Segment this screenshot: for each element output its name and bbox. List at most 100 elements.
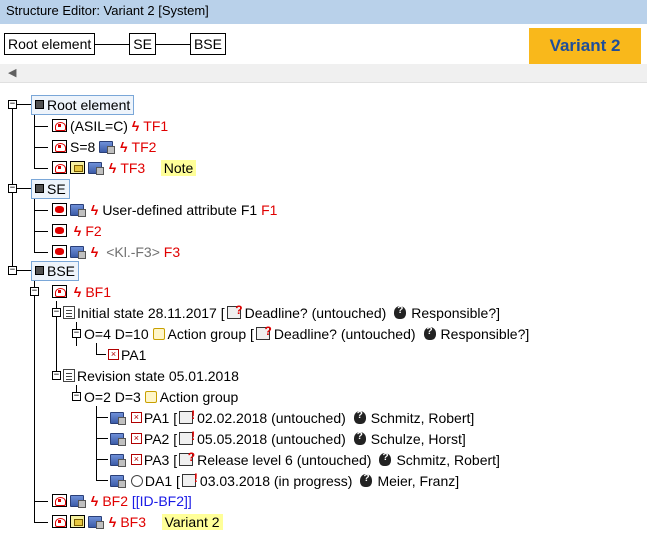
tree-node-initial-state[interactable]: Initial state 28.11.2017 [Deadline? (unt… [63, 302, 500, 323]
action-group-icon [152, 327, 165, 340]
collapse-action-group-1-toggle[interactable]: − [72, 329, 81, 338]
tree-node-f2[interactable]: ϟ F2 [52, 220, 102, 241]
tree-line [17, 270, 31, 271]
element-square-icon [35, 184, 44, 193]
state-icon [63, 306, 75, 319]
tree-node-tf1[interactable]: (ASIL=C) ϟ TF1 [52, 115, 168, 136]
attribute-icon [70, 494, 86, 508]
collapse-root-toggle[interactable]: − [8, 100, 17, 109]
tree-line [34, 147, 48, 148]
tree-line [34, 112, 35, 168]
tree-line [34, 280, 35, 522]
tree-node-se[interactable]: SE [31, 178, 70, 199]
tree-node-pa2[interactable]: ×PA2 [05.05.2018 (untouched) Schulze, Ho… [110, 428, 466, 449]
attribute-icon [110, 474, 126, 488]
attribute-icon [110, 411, 126, 425]
tree-line [34, 196, 35, 252]
tree-node-tf3[interactable]: ϟ TF3 Note [52, 157, 197, 178]
tree-node-pa1[interactable]: ×PA1 [02.02.2018 (untouched) Schmitz, Ro… [110, 407, 474, 428]
variant-badge: Variant 2 [529, 28, 641, 64]
collapse-revision-state-toggle[interactable]: − [52, 371, 61, 380]
responsible-person-icon [353, 431, 366, 445]
id-link[interactable]: [[ID-BF2]] [132, 493, 192, 509]
breadcrumb: Root element SE BSE [4, 32, 226, 56]
function-icon [52, 245, 67, 258]
window-title: Structure Editor: Variant 2 [System] [6, 3, 209, 18]
tree-node-f3[interactable]: ϟ <Kl.-F3> F3 [52, 241, 180, 262]
function-icon [52, 494, 67, 507]
breadcrumb-root-element[interactable]: Root element [4, 33, 96, 55]
breadcrumb-se[interactable]: SE [129, 33, 156, 55]
fault-bolt-icon: ϟ [90, 201, 99, 218]
deadline-icon [179, 429, 195, 445]
tree-line [34, 210, 48, 211]
tree-node-f1[interactable]: ϟ User-defined attribute F1 F1 [52, 199, 277, 220]
attribute-icon [99, 140, 116, 154]
tree-node-bf2[interactable]: ϟ BF2 [[ID-BF2]] [52, 490, 192, 511]
tree-node-pa1-initial[interactable]: × PA1 [108, 344, 146, 365]
breadcrumb-bse[interactable]: BSE [189, 33, 226, 55]
responsible-person-icon [360, 473, 373, 487]
function-icon [52, 140, 67, 153]
responsible-person-icon [353, 410, 366, 424]
tree-line [17, 188, 31, 189]
collapse-bf1-toggle[interactable]: − [30, 287, 39, 296]
scroll-left-icon[interactable]: ◀ [8, 66, 16, 79]
tree-node-action-group-2[interactable]: O=2 D=3 Action group [84, 386, 238, 407]
tree-node-root-element[interactable]: Root element [31, 94, 135, 115]
function-icon [52, 161, 67, 174]
tree-line [34, 501, 48, 502]
tree-node-revision-state[interactable]: Revision state 05.01.2018 [63, 365, 239, 386]
horizontal-scrollbar[interactable]: ◀ [0, 64, 647, 83]
attribute-icon [110, 453, 126, 467]
tree-line [96, 354, 106, 355]
fault-bolt-icon: ϟ [108, 513, 117, 530]
deadline-icon [179, 450, 195, 466]
tree-line [96, 438, 108, 439]
variant-label: Variant 2 [161, 513, 223, 530]
root-element-box: Root element [31, 94, 135, 115]
detection-action-icon [130, 474, 143, 487]
collapse-bse-toggle[interactable]: − [8, 266, 17, 275]
bse-box: BSE [31, 260, 80, 281]
tree-line [96, 480, 108, 481]
tree-node-bse[interactable]: BSE [31, 260, 80, 281]
fault-bolt-icon: ϟ [131, 117, 140, 134]
attribute-icon [110, 432, 126, 446]
tree-line [34, 252, 48, 253]
responsible-person-icon [394, 305, 407, 319]
function-icon [52, 203, 67, 216]
attribute-icon [88, 515, 104, 529]
tree-line [17, 104, 31, 105]
tree-line [34, 168, 48, 169]
tree-line [34, 231, 48, 232]
tree-node-tf2[interactable]: S=8 ϟ TF2 [52, 136, 156, 157]
tree-node-bf3[interactable]: ϟ BF3 Variant 2 [52, 511, 223, 532]
fault-bolt-icon: ϟ [73, 222, 82, 239]
deadline-icon [255, 324, 272, 340]
breadcrumb-connector [155, 43, 190, 45]
tree-node-da1[interactable]: DA1 [03.03.2018 (in progress) Meier, Fra… [110, 470, 459, 491]
collapse-se-toggle[interactable]: − [8, 184, 17, 193]
tree-node-bf1[interactable]: ϟ BF1 [52, 281, 111, 302]
deadline-icon [181, 471, 198, 487]
collapse-action-group-2-toggle[interactable]: − [72, 392, 81, 401]
action-task-icon: × [108, 349, 119, 360]
attribute-icon [88, 161, 104, 175]
function-icon [52, 285, 67, 298]
action-task-icon: × [130, 454, 142, 465]
fault-bolt-icon: ϟ [73, 283, 82, 300]
action-task-icon: × [130, 412, 142, 423]
note-label: Note [160, 159, 197, 176]
action-group-icon [144, 390, 157, 403]
tree-node-pa3[interactable]: ×PA3 [Release level 6 (untouched) Schmit… [110, 449, 500, 470]
tree-node-action-group-1[interactable]: O=4 D=10 Action group [Deadline? (untouc… [84, 323, 529, 344]
breadcrumb-connector [95, 43, 130, 45]
tree-line [96, 417, 108, 418]
fault-bolt-icon: ϟ [90, 492, 99, 509]
element-square-icon [35, 266, 44, 275]
tree-line [34, 522, 48, 523]
tree-line [34, 126, 48, 127]
collapse-initial-state-toggle[interactable]: − [52, 308, 61, 317]
action-task-icon: × [130, 433, 142, 444]
